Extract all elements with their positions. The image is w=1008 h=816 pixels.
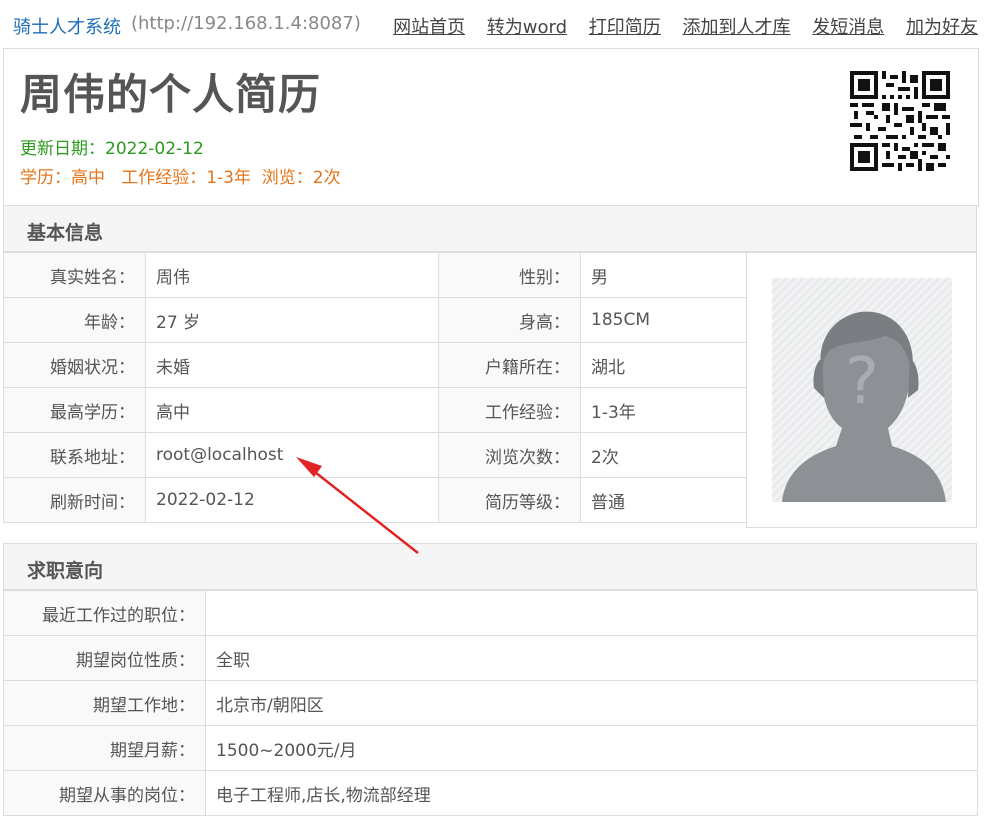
table-row: 期望工作地： 北京市/朝阳区: [3, 680, 978, 726]
basic-info-header: 基本信息: [3, 205, 977, 252]
nav-print-link[interactable]: 打印简历: [589, 17, 661, 38]
marital-value: 未婚: [145, 342, 439, 388]
address-value: root@localhost: [145, 432, 439, 478]
views-value: 2次: [580, 432, 747, 478]
basic-info-title: 基本信息: [27, 222, 104, 244]
resume-header: 周伟的个人简历 更新日期：2022-02-12 学历：高中 工作经验：1-3年 …: [3, 48, 979, 207]
height-value: 185CM: [580, 297, 747, 343]
work-location-label: 期望工作地：: [3, 680, 206, 726]
job-intention-table: 最近工作过的职位： 期望岗位性质： 全职 期望工作地： 北京市/朝阳区 期望月薪…: [3, 590, 978, 816]
work-location-value: 北京市/朝阳区: [205, 680, 978, 726]
refresh-time-value: 2022-02-12: [145, 477, 439, 523]
recent-position-value: [205, 590, 978, 636]
table-row: 真实姓名： 周伟 性别： 男: [3, 252, 747, 298]
expected-salary-label: 期望月薪：: [3, 725, 206, 771]
hometown-value: 湖北: [580, 342, 747, 388]
avatar-placeholder-icon: ?: [772, 278, 952, 502]
page-title: 周伟的个人简历: [20, 70, 322, 119]
resume-level-label: 简历等级：: [438, 477, 581, 523]
job-nature-label: 期望岗位性质：: [3, 635, 206, 681]
table-row: 婚姻状况： 未婚 户籍所在： 湖北: [3, 342, 747, 388]
age-label: 年龄：: [3, 297, 146, 343]
update-date: 2022-02-12: [105, 139, 204, 159]
desired-positions-label: 期望从事的岗位：: [3, 770, 206, 816]
summary-meta: 学历：高中 工作经验：1-3年 浏览：2次: [20, 168, 341, 188]
nav-home-link[interactable]: 网站首页: [393, 17, 465, 38]
nav-to-word-link[interactable]: 转为word: [487, 17, 567, 38]
site-url: (http://192.168.1.4:8087): [131, 13, 361, 34]
site-name-link[interactable]: 骑士人才系统: [13, 13, 121, 39]
qr-code-icon: [850, 71, 950, 171]
svg-text:?: ?: [845, 345, 879, 419]
table-row: 联系地址： root@localhost 浏览次数： 2次: [3, 432, 747, 478]
gender-label: 性别：: [438, 252, 581, 298]
marital-label: 婚姻状况：: [3, 342, 146, 388]
recent-position-label: 最近工作过的职位：: [3, 590, 206, 636]
job-nature-value: 全职: [205, 635, 978, 681]
table-row: 最高学历： 高中 工作经验： 1-3年: [3, 387, 747, 433]
education-value: 高中: [145, 387, 439, 433]
age-value: 27 岁: [145, 297, 439, 343]
top-bar: 骑士人才系统 (http://192.168.1.4:8087) 网站首页 转为…: [0, 0, 1008, 48]
experience-label: 工作经验：: [438, 387, 581, 433]
height-label: 身高：: [438, 297, 581, 343]
top-nav: 网站首页 转为word 打印简历 添加到人才库 发短消息 加为好友: [377, 13, 978, 39]
gender-value: 男: [580, 252, 747, 298]
update-label: 更新日期：: [20, 139, 105, 159]
job-intention-title: 求职意向: [27, 560, 104, 582]
refresh-time-label: 刷新时间：: [3, 477, 146, 523]
hometown-label: 户籍所在：: [438, 342, 581, 388]
address-label: 联系地址：: [3, 432, 146, 478]
table-row: 年龄： 27 岁 身高： 185CM: [3, 297, 747, 343]
basic-info-table: 真实姓名： 周伟 性别： 男 年龄： 27 岁 身高： 185CM 婚姻状况： …: [3, 252, 747, 523]
expected-salary-value: 1500~2000元/月: [205, 725, 978, 771]
nav-add-friend-link[interactable]: 加为好友: [906, 17, 978, 38]
table-row: 期望岗位性质： 全职: [3, 635, 978, 681]
table-row: 期望月薪： 1500~2000元/月: [3, 725, 978, 771]
experience-value: 1-3年: [580, 387, 747, 433]
update-date-line: 更新日期：2022-02-12: [20, 134, 204, 159]
real-name-value: 周伟: [145, 252, 439, 298]
views-label: 浏览次数：: [438, 432, 581, 478]
resume-level-value: 普通: [580, 477, 747, 523]
real-name-label: 真实姓名：: [3, 252, 146, 298]
table-row: 最近工作过的职位：: [3, 590, 978, 636]
desired-positions-value: 电子工程师,店长,物流部经理: [205, 770, 978, 816]
education-label: 最高学历：: [3, 387, 146, 433]
job-intention-header: 求职意向: [3, 543, 977, 590]
photo-cell: ?: [746, 252, 977, 528]
table-row: 期望从事的岗位： 电子工程师,店长,物流部经理: [3, 770, 978, 816]
table-row: 刷新时间： 2022-02-12 简历等级： 普通: [3, 477, 747, 523]
nav-add-talent-link[interactable]: 添加到人才库: [683, 17, 791, 38]
nav-send-message-link[interactable]: 发短消息: [812, 17, 884, 38]
